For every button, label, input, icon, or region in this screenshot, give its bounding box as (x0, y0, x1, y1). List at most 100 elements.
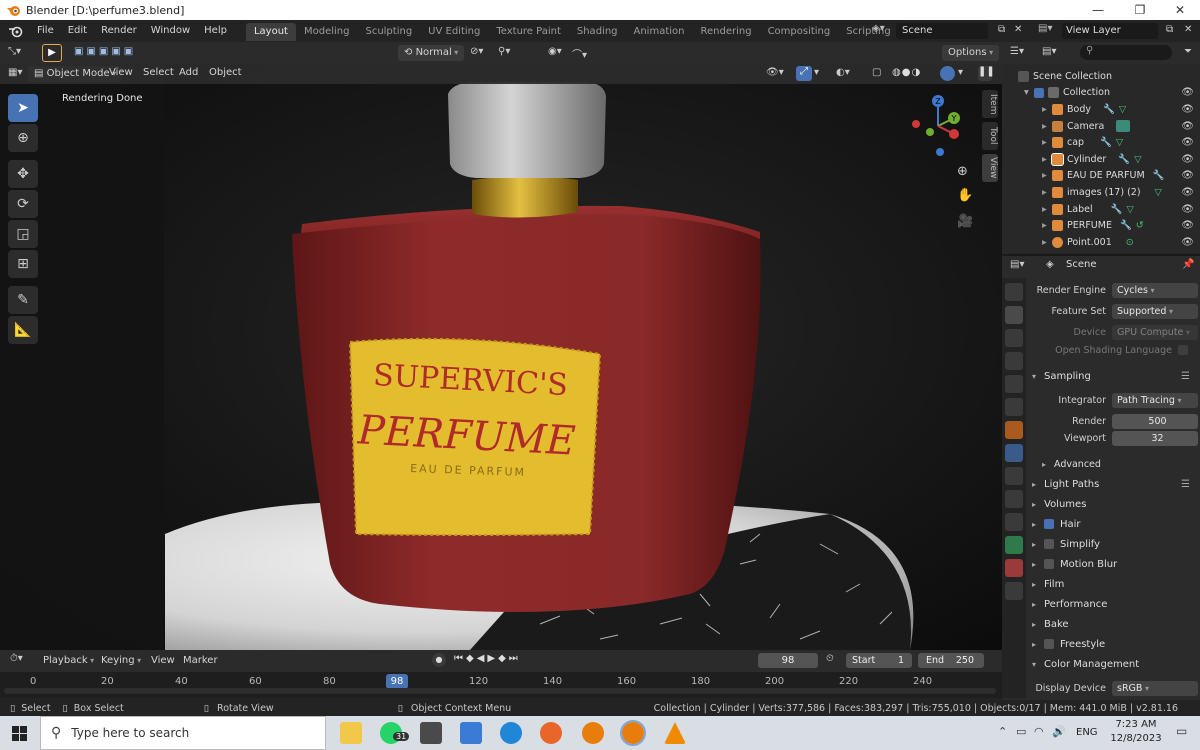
visibility-eye-icon[interactable]: 👁 (1181, 220, 1194, 231)
stopwatch-icon[interactable]: ⏲ (826, 653, 834, 664)
windows-start-icon[interactable] (12, 726, 27, 741)
gizmo-dropdown-icon[interactable]: ▾ (814, 67, 819, 78)
collection-checkbox[interactable] (1034, 87, 1044, 98)
expand-arrow-icon[interactable]: ▸ (1042, 154, 1052, 165)
tab-uv-editing[interactable]: UV Editing (420, 23, 488, 41)
menu-file[interactable]: File (30, 20, 61, 42)
motion-blur-checkbox[interactable] (1044, 559, 1054, 569)
store-icon[interactable] (460, 722, 482, 744)
viewport-menu-view[interactable]: View (102, 64, 140, 83)
outliner-item[interactable]: ▸ Camera 👁 (1002, 118, 1200, 135)
expand-arrow-icon[interactable]: ▾ (1024, 87, 1034, 98)
annotate-tool-icon[interactable]: ✎ (8, 286, 38, 314)
simplify-checkbox[interactable] (1044, 539, 1054, 549)
outliner-item[interactable]: ▸ PERFUME 🔧 ↺ 👁 (1002, 217, 1200, 234)
editor-type-icon[interactable]: ⤡▾ (8, 46, 21, 57)
blender-taskbar-icon[interactable] (582, 722, 604, 744)
presets-icon[interactable]: ☰ (1181, 371, 1190, 382)
outliner-item[interactable]: ▸ Body 🔧 ▽ 👁 (1002, 101, 1200, 118)
battery-icon[interactable]: ▭ (1016, 725, 1026, 738)
world-tab-icon[interactable] (1005, 398, 1023, 416)
select-box-tool-icon[interactable]: ➤ (8, 94, 38, 122)
menu-window[interactable]: Window (144, 20, 197, 42)
transform-orientation-dropdown[interactable]: ⟲ Normal (398, 45, 465, 61)
object-tab-icon[interactable] (1005, 421, 1023, 439)
feature-set-dropdown[interactable]: Supported (1112, 303, 1198, 319)
visibility-eye-icon[interactable]: 👁 (1181, 121, 1194, 132)
selection-mode-icons[interactable]: ▣▣▣▣▣ (74, 46, 136, 57)
scene-tab-icon[interactable] (1005, 375, 1023, 393)
blender-menu-icon[interactable] (8, 24, 24, 38)
tab-modeling[interactable]: Modeling (296, 23, 358, 41)
side-tab-tool[interactable]: Tool (982, 122, 998, 150)
tray-chevron-icon[interactable]: ⌃ (998, 725, 1007, 738)
maximize-icon[interactable]: ❐ (1120, 0, 1160, 20)
pan-hand-icon[interactable]: ✋ (957, 188, 973, 203)
constraints-tab-icon[interactable] (1005, 513, 1023, 531)
timeline-menu-playback[interactable]: Playback (36, 650, 101, 672)
wifi-icon[interactable]: ◠ (1034, 725, 1044, 738)
data-tab-icon[interactable] (1005, 536, 1023, 554)
freestyle-panel[interactable]: ▸ Freestyle (1028, 634, 1198, 654)
notifications-icon[interactable]: ▭ (1176, 724, 1187, 738)
outliner-editor-icon[interactable]: ☰▾ (1010, 46, 1024, 57)
sampling-panel[interactable]: ▾ Sampling ☰ (1028, 366, 1198, 386)
record-icon[interactable]: ● (432, 653, 446, 667)
modifier-tab-icon[interactable] (1005, 444, 1023, 462)
outliner-item[interactable]: ▸ images (17) (2) ▽ 👁 (1002, 184, 1200, 201)
overlay-icon[interactable]: ◐▾ (836, 67, 850, 78)
outliner-item[interactable]: ▸ Point.001 ⊙ 👁 (1002, 234, 1200, 251)
pause-render-icon[interactable]: ❚❚ (978, 66, 995, 81)
properties-editor-icon[interactable]: ▤▾ (1010, 259, 1024, 270)
edge-icon[interactable] (500, 722, 522, 744)
tab-scripting[interactable]: Scripting (838, 23, 898, 41)
render-samples-field[interactable]: 500 (1112, 413, 1198, 429)
expand-arrow-icon[interactable]: ▸ (1042, 204, 1052, 215)
motion-blur-panel[interactable]: ▸ Motion Blur (1028, 554, 1198, 574)
taskbar-search-box[interactable]: ⚲ Type here to search (40, 716, 326, 750)
clock-time[interactable]: 7:23 AM (1108, 719, 1164, 730)
view-layer-delete-icon[interactable]: ✕ (1184, 24, 1192, 35)
scene-copy-icon[interactable]: ⧉ (998, 24, 1005, 35)
gizmo-toggle-icon[interactable]: ⤢ (796, 66, 812, 81)
timeline-menu-keying[interactable]: Keying (94, 650, 148, 672)
tab-texture-paint[interactable]: Texture Paint (488, 23, 569, 41)
outliner-item[interactable]: ▸ Label 🔧 ▽ 👁 (1002, 201, 1200, 218)
visibility-eye-icon[interactable]: 👁 (1181, 137, 1194, 148)
end-frame-field[interactable]: End 250 (918, 653, 984, 668)
rotate-tool-icon[interactable]: ⟳ (8, 190, 38, 218)
display-device-dropdown[interactable]: sRGB (1112, 680, 1198, 696)
expand-arrow-icon[interactable]: ▸ (1042, 121, 1052, 132)
minimize-icon[interactable]: — (1078, 0, 1118, 20)
tab-compositing[interactable]: Compositing (760, 23, 839, 41)
simplify-panel[interactable]: ▸ Simplify (1028, 534, 1198, 554)
scene-delete-icon[interactable]: ✕ (1014, 24, 1022, 35)
playback-controls-icons[interactable]: ⏮◆◀▶◆⏭ (454, 653, 521, 664)
expand-arrow-icon[interactable]: ▸ (1042, 187, 1052, 198)
render-engine-dropdown[interactable]: Cycles (1112, 282, 1198, 298)
scene-selector[interactable]: Scene (896, 23, 988, 39)
tool-tab-icon[interactable] (1005, 283, 1023, 301)
outliner-item[interactable]: ▸ cap 🔧 ▽ 👁 (1002, 134, 1200, 151)
clock-date[interactable]: 12/8/2023 (1108, 733, 1164, 744)
language-indicator[interactable]: ENG (1076, 727, 1098, 738)
falloff-icon[interactable]: ⌒▾ (572, 46, 587, 61)
xray-icon[interactable]: ▢ (872, 67, 881, 78)
output-tab-icon[interactable] (1005, 329, 1023, 347)
viewport-menu-object[interactable]: Object (202, 64, 249, 83)
move-tool-icon[interactable]: ✥ (8, 160, 38, 188)
tab-shading[interactable]: Shading (569, 23, 626, 41)
advanced-subpanel[interactable]: ▸ Advanced (1028, 454, 1198, 474)
expand-arrow-icon[interactable]: ▸ (1042, 170, 1052, 181)
tab-animation[interactable]: Animation (626, 23, 693, 41)
navigation-gizmo[interactable]: Z Y (906, 92, 970, 164)
cursor-tool-icon[interactable]: ⊕ (8, 124, 38, 152)
volume-icon[interactable]: 🔊 (1052, 725, 1066, 738)
visibility-icon[interactable]: 👁▾ (766, 67, 784, 78)
expand-arrow-icon[interactable]: ▸ (1042, 237, 1052, 248)
file-explorer-icon[interactable] (340, 722, 362, 744)
outliner-collection[interactable]: ▾ Collection 👁 (1002, 85, 1200, 102)
timeline-menu-marker[interactable]: Marker (176, 650, 225, 672)
side-tab-item[interactable]: Item (982, 90, 998, 118)
visibility-eye-icon[interactable]: 👁 (1181, 187, 1194, 198)
